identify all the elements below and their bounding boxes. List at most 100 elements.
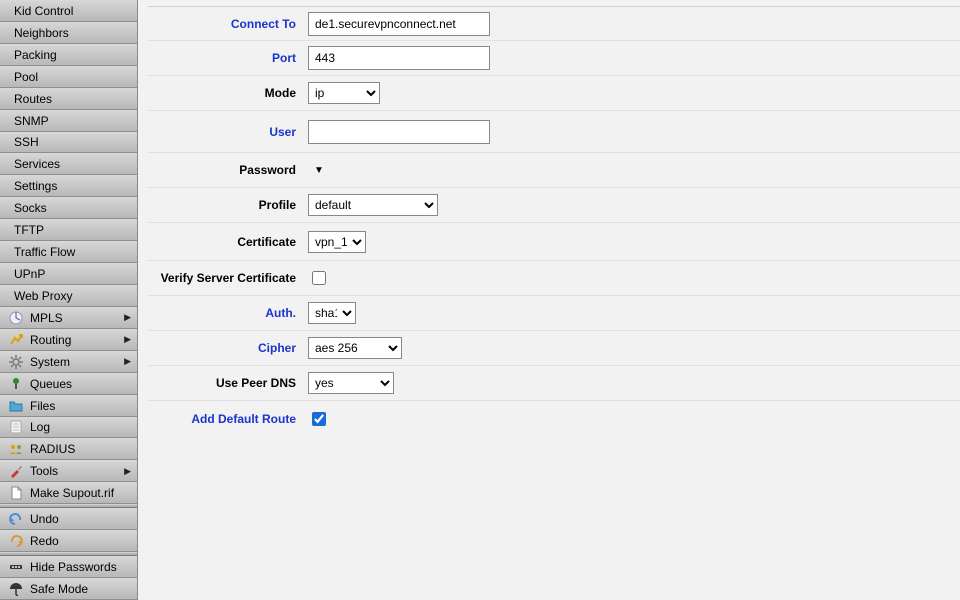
select-use-peer-dns[interactable]: yes (308, 372, 394, 394)
gear-icon (8, 354, 24, 370)
row-cipher: Cipher aes 256 (148, 331, 960, 366)
sidebar-item-label: SNMP (14, 114, 131, 128)
select-cipher[interactable]: aes 256 (308, 337, 402, 359)
sidebar-item-label: RADIUS (30, 442, 131, 456)
sidebar-item-files[interactable]: Files (0, 395, 137, 417)
password-reveal-toggle[interactable]: ▼ (312, 163, 326, 177)
sidebar-item-hide-passwords[interactable]: Hide Passwords (0, 556, 137, 578)
row-add-default-route: Add Default Route (148, 401, 960, 436)
sidebar-item-label: Traffic Flow (14, 245, 131, 259)
sidebar-item-mpls[interactable]: MPLS ▶ (0, 307, 137, 329)
sidebar-item-log[interactable]: Log (0, 417, 137, 439)
sidebar-item-label: Settings (14, 179, 131, 193)
sidebar-item-label: System (30, 355, 120, 369)
sidebar-sub-upnp[interactable]: UPnP (0, 263, 137, 285)
sidebar-item-label: Services (14, 157, 131, 171)
sidebar-item-label: Web Proxy (14, 289, 131, 303)
sidebar-sub-ssh[interactable]: SSH (0, 132, 137, 154)
input-port[interactable] (308, 46, 490, 70)
checkbox-verify-server-certificate[interactable] (312, 271, 326, 285)
sidebar-sub-web-proxy[interactable]: Web Proxy (0, 285, 137, 307)
sidebar-item-label: Queues (30, 377, 131, 391)
sidebar-sub-services[interactable]: Services (0, 153, 137, 175)
sidebar-sub-settings[interactable]: Settings (0, 175, 137, 197)
label-connect-to: Connect To (148, 17, 308, 31)
sidebar-sub-kid-control[interactable]: Kid Control (0, 0, 137, 22)
sidebar-item-make-supout[interactable]: Make Supout.rif (0, 482, 137, 504)
sidebar-item-label: Hide Passwords (30, 560, 131, 574)
sidebar-item-label: Redo (30, 534, 131, 548)
sidebar-item-label: Make Supout.rif (30, 486, 131, 500)
tools-icon (8, 463, 24, 479)
sidebar-item-label: Routes (14, 92, 131, 106)
sidebar-item-label: Packing (14, 48, 131, 62)
sidebar-sub-pool[interactable]: Pool (0, 66, 137, 88)
sidebar-sub-socks[interactable]: Socks (0, 197, 137, 219)
routing-icon (8, 332, 24, 348)
sidebar-item-queues[interactable]: Queues (0, 373, 137, 395)
row-password: Password ▼ (148, 153, 960, 188)
label-cipher: Cipher (148, 341, 308, 355)
sidebar-item-label: UPnP (14, 267, 131, 281)
sidebar-sub-routes[interactable]: Routes (0, 88, 137, 110)
row-connect-to: Connect To (148, 6, 960, 41)
sidebar-item-safe-mode[interactable]: Safe Mode (0, 578, 137, 600)
sidebar-item-system[interactable]: System ▶ (0, 351, 137, 373)
row-mode: Mode ip (148, 76, 960, 111)
sidebar-item-routing[interactable]: Routing ▶ (0, 329, 137, 351)
queues-icon (8, 376, 24, 392)
sidebar-item-label: Routing (30, 333, 120, 347)
sidebar-sub-packing[interactable]: Packing (0, 44, 137, 66)
sidebar-sub-neighbors[interactable]: Neighbors (0, 22, 137, 44)
document-icon (8, 485, 24, 501)
select-auth[interactable]: sha1 (308, 302, 356, 324)
label-auth: Auth. (148, 306, 308, 320)
label-add-default-route: Add Default Route (148, 412, 308, 426)
select-mode[interactable]: ip (308, 82, 380, 104)
label-mode: Mode (148, 86, 308, 100)
label-user: User (148, 125, 308, 139)
label-verify-server-certificate: Verify Server Certificate (148, 271, 308, 285)
label-profile: Profile (148, 198, 308, 212)
checkbox-add-default-route[interactable] (312, 412, 326, 426)
input-connect-to[interactable] (308, 12, 490, 36)
chevron-right-icon: ▶ (124, 334, 131, 345)
row-certificate: Certificate vpn_1 (148, 223, 960, 261)
sidebar-sub-tftp[interactable]: TFTP (0, 219, 137, 241)
sidebar-item-label: Undo (30, 512, 131, 526)
sidebar-sub-traffic-flow[interactable]: Traffic Flow (0, 241, 137, 263)
row-port: Port (148, 41, 960, 76)
row-use-peer-dns: Use Peer DNS yes (148, 366, 960, 401)
sidebar-item-label: SSH (14, 135, 131, 149)
sidebar-sub-snmp[interactable]: SNMP (0, 110, 137, 132)
select-certificate[interactable]: vpn_1 (308, 231, 366, 253)
undo-icon (8, 511, 24, 527)
folder-icon (8, 398, 24, 414)
sidebar-item-redo[interactable]: Redo (0, 530, 137, 552)
hide-passwords-icon (8, 559, 24, 575)
sidebar-item-label: Kid Control (14, 4, 131, 18)
sidebar-item-label: TFTP (14, 223, 131, 237)
sidebar-item-tools[interactable]: Tools ▶ (0, 460, 137, 482)
label-password: Password (148, 163, 308, 177)
sidebar-item-undo[interactable]: Undo (0, 508, 137, 530)
chevron-right-icon: ▶ (124, 466, 131, 477)
umbrella-icon (8, 581, 24, 597)
chevron-right-icon: ▶ (124, 312, 131, 323)
radius-icon (8, 441, 24, 457)
sidebar-item-label: Pool (14, 70, 131, 84)
select-profile[interactable]: default (308, 194, 438, 216)
sidebar-item-label: Safe Mode (30, 582, 131, 596)
chevron-right-icon: ▶ (124, 356, 131, 367)
sidebar-item-label: Files (30, 399, 131, 413)
row-user: User (148, 111, 960, 153)
sidebar-item-label: Tools (30, 464, 120, 478)
label-certificate: Certificate (148, 235, 308, 249)
row-profile: Profile default (148, 188, 960, 223)
sidebar-item-radius[interactable]: RADIUS (0, 438, 137, 460)
sidebar-item-label: Socks (14, 201, 131, 215)
log-icon (8, 419, 24, 435)
sidebar-item-label: Neighbors (14, 26, 131, 40)
sidebar-item-label: Log (30, 420, 131, 434)
input-user[interactable] (308, 120, 490, 144)
